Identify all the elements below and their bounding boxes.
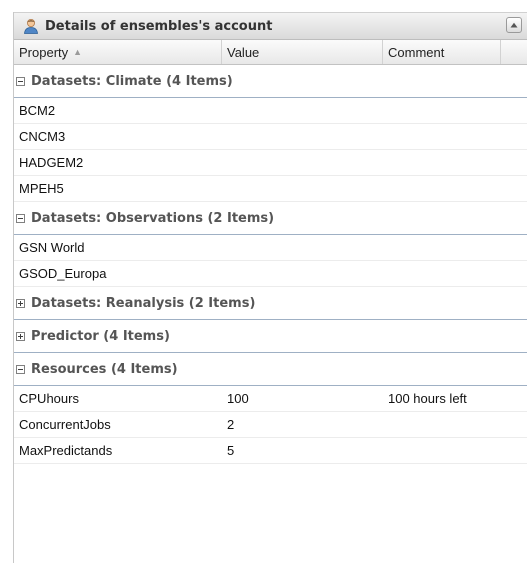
cell-property: GSOD_Europa: [19, 266, 107, 281]
column-header-comment[interactable]: Comment: [383, 40, 501, 64]
group-label: Predictor (4 Items): [31, 328, 170, 344]
group-header[interactable]: Datasets: Climate (4 Items): [14, 65, 527, 98]
group-label: Resources (4 Items): [31, 361, 178, 377]
column-header-property[interactable]: Property ▲: [14, 40, 222, 64]
group-header[interactable]: Datasets: Observations (2 Items): [14, 202, 527, 235]
column-header-property-label: Property: [19, 44, 69, 60]
collapse-group-icon[interactable]: [16, 76, 25, 86]
cell-property: HADGEM2: [19, 155, 84, 170]
group-label: Datasets: Reanalysis (2 Items): [31, 295, 256, 311]
column-header-spacer: [501, 40, 527, 64]
table-row[interactable]: GSOD_Europa: [14, 261, 527, 287]
table-row[interactable]: CPUhours 100 100 hours left: [14, 386, 527, 412]
column-header-value[interactable]: Value: [222, 40, 383, 64]
column-header-value-label: Value: [227, 44, 260, 60]
group-label: Datasets: Climate (4 Items): [31, 73, 233, 89]
table-row[interactable]: HADGEM2: [14, 150, 527, 176]
collapse-up-icon: [510, 22, 518, 28]
cell-property: CPUhours: [19, 391, 79, 406]
account-details-panel: Details of ensembles's account Property …: [13, 12, 527, 563]
table-row[interactable]: MPEH5: [14, 176, 527, 202]
group-header[interactable]: Resources (4 Items): [14, 353, 527, 386]
grid-body: Datasets: Climate (4 Items) BCM2 CNCM3 HADG…: [14, 65, 527, 464]
cell-comment: 100 hours left: [388, 391, 467, 406]
cell-property: BCM2: [19, 103, 56, 118]
table-row[interactable]: ConcurrentJobs 2: [14, 412, 527, 438]
cell-property: CNCM3: [19, 129, 66, 144]
group-label: Datasets: Observations (2 Items): [31, 210, 275, 226]
collapse-button[interactable]: [506, 17, 522, 33]
table-row[interactable]: MaxPredictands 5: [14, 438, 527, 464]
cell-property: MaxPredictands: [19, 443, 113, 458]
cell-value: 100: [227, 391, 249, 406]
collapse-group-icon[interactable]: [16, 213, 25, 223]
group-header[interactable]: Predictor (4 Items): [14, 320, 527, 353]
column-header-comment-label: Comment: [388, 44, 445, 60]
table-row[interactable]: CNCM3: [14, 124, 527, 150]
cell-property: MPEH5: [19, 181, 64, 196]
expand-group-icon[interactable]: [16, 331, 25, 341]
sort-asc-icon: ▲: [73, 47, 83, 57]
group-header[interactable]: Datasets: Reanalysis (2 Items): [14, 287, 527, 320]
user-account-icon: [23, 18, 39, 34]
panel-title: Details of ensembles's account: [45, 18, 273, 34]
cell-value: 2: [227, 417, 235, 432]
cell-property: ConcurrentJobs: [19, 417, 111, 432]
cell-property: GSN World: [19, 240, 85, 255]
table-row[interactable]: BCM2: [14, 98, 527, 124]
cell-value: 5: [227, 443, 235, 458]
panel-header: Details of ensembles's account: [14, 12, 527, 40]
collapse-group-icon[interactable]: [16, 364, 25, 374]
table-row[interactable]: GSN World: [14, 235, 527, 261]
column-header-row: Property ▲ Value Comment: [14, 40, 527, 65]
expand-group-icon[interactable]: [16, 298, 25, 308]
